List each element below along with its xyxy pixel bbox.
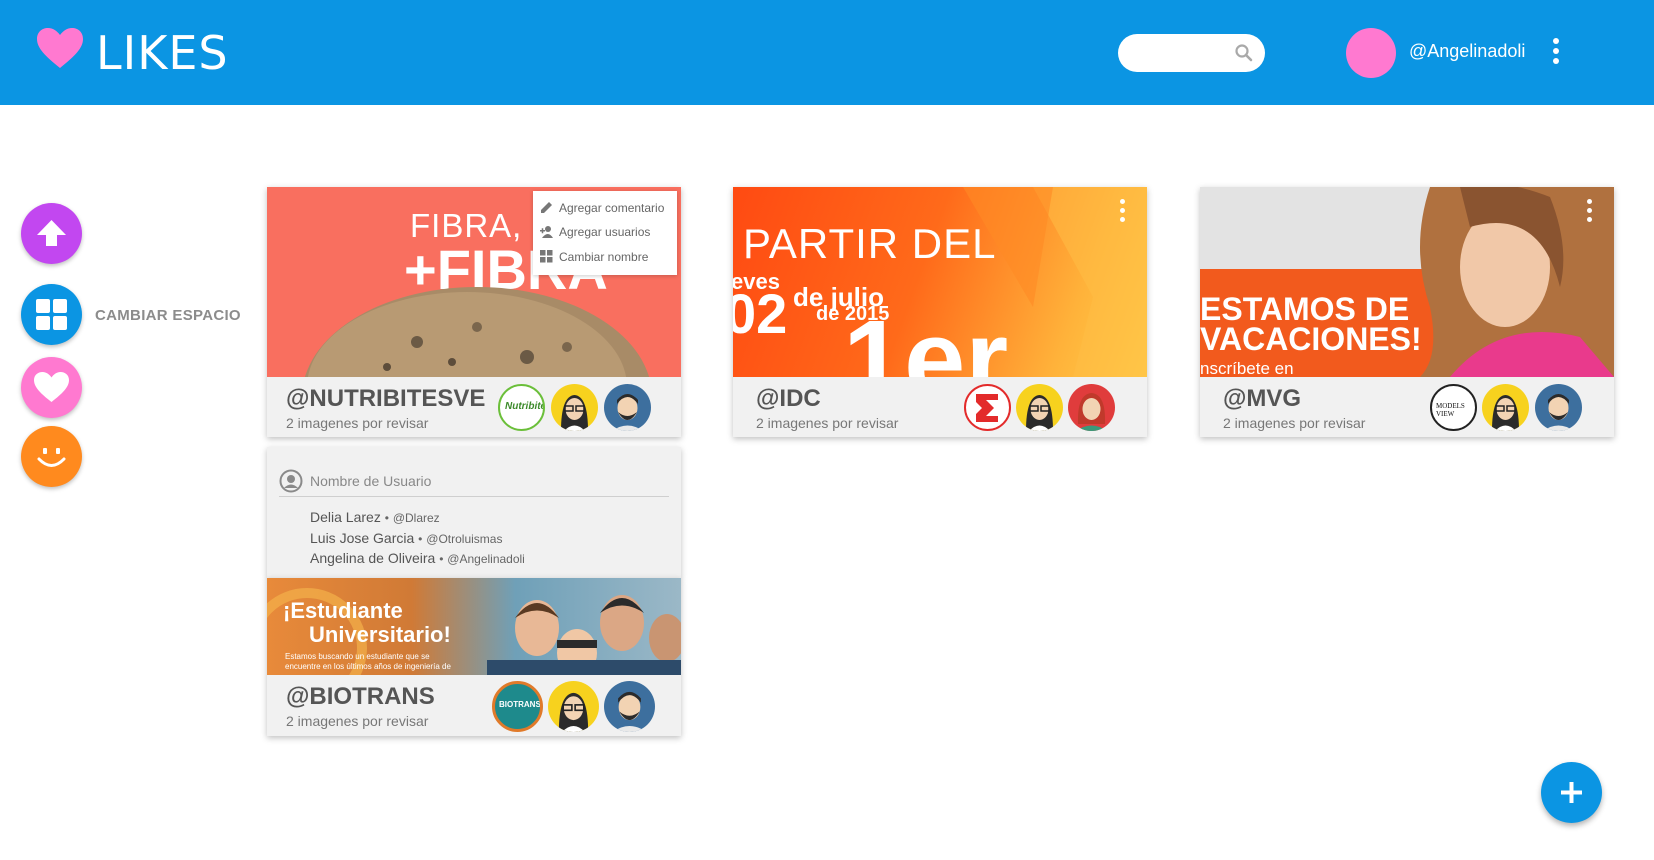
card-banner[interactable]: ¡Estudiante Universitario! Estamos busca…: [267, 578, 681, 675]
user-suggestion-item[interactable]: Delia Larez • @Dlarez: [310, 509, 440, 525]
banner-text: Universitario!: [309, 622, 451, 647]
username[interactable]: @Angelinadoli: [1409, 41, 1525, 62]
woman-avatar[interactable]: [551, 384, 598, 431]
add-space-button[interactable]: [1541, 762, 1602, 823]
more-options-icon[interactable]: [1550, 38, 1562, 68]
banner-text: ¡Estudiante: [283, 598, 403, 623]
smiley-icon: [37, 448, 66, 467]
change-space-label[interactable]: CAMBIAR ESPACIO: [95, 307, 241, 324]
man-avatar[interactable]: [604, 384, 651, 431]
biotrans-logo-avatar[interactable]: BIOTRANS: [492, 681, 543, 732]
user-suggestion-item[interactable]: Angelina de Oliveira • @Angelinadoli: [310, 550, 525, 566]
space-card-biotrans[interactable]: ¡Estudiante Universitario! Estamos busca…: [267, 578, 681, 736]
add-users-panel: Nombre de Usuario Delia Larez • @Dlarez …: [267, 447, 681, 578]
card-handle[interactable]: @NUTRIBITESVE: [286, 385, 485, 413]
card-footer: @MVG 2 imagenes por revisar MODELS VIEW: [1200, 377, 1614, 437]
user-circle-icon: [279, 469, 303, 493]
banner-text: 1er: [843, 298, 1009, 378]
banner-text: Estamos buscando un estudiante que se: [285, 652, 430, 661]
arrow-up-icon: [37, 220, 66, 246]
pencil-icon: [541, 202, 552, 213]
banner-text: 02: [733, 282, 788, 345]
grid-icon: [36, 299, 67, 330]
search-icon[interactable]: [1234, 43, 1254, 63]
app-title: LIKES: [96, 26, 229, 80]
plus-icon: [1561, 782, 1582, 803]
username-search-input[interactable]: Nombre de Usuario: [310, 473, 431, 489]
grid-icon: [540, 250, 553, 263]
card-handle[interactable]: @IDC: [756, 385, 821, 413]
user-avatar[interactable]: [1346, 28, 1396, 78]
card-handle[interactable]: @BIOTRANS: [286, 683, 435, 711]
upload-button[interactable]: [21, 203, 82, 264]
banner-text: VACACIONES!: [1200, 321, 1422, 357]
change-space-button[interactable]: [21, 284, 82, 345]
heart-icon: [34, 372, 69, 402]
user-suggestion-item[interactable]: Luis Jose Garcia • @Otroluismas: [310, 530, 502, 546]
card-subtitle: 2 imagenes por revisar: [286, 415, 429, 431]
redhead-avatar[interactable]: [1068, 384, 1115, 431]
menu-item-rename[interactable]: Cambiar nombre: [559, 250, 648, 264]
input-underline: [279, 496, 669, 497]
banner-text: encuentre en los últimos años de ingenie…: [285, 662, 451, 671]
woman-avatar[interactable]: [548, 681, 599, 732]
space-card-idc[interactable]: PARTIR DEL eves 02 de julio de 2015 1er …: [733, 187, 1147, 437]
man-avatar[interactable]: [1535, 384, 1582, 431]
card-footer: @IDC 2 imagenes por revisar: [733, 377, 1147, 437]
add-user-icon: [540, 226, 553, 238]
menu-item-add-comment[interactable]: Agregar comentario: [559, 201, 664, 215]
card-subtitle: 2 imagenes por revisar: [756, 415, 899, 431]
card-footer: @NUTRIBITESVE 2 imagenes por revisar Nut…: [267, 377, 681, 437]
top-bar: LIKES @Angelinadoli: [0, 0, 1654, 105]
card-menu-icon[interactable]: [1117, 199, 1127, 225]
card-menu-icon[interactable]: [1584, 199, 1594, 225]
card-banner[interactable]: ESTAMOS DE VACACIONES! nscríbete en: [1200, 187, 1614, 377]
woman-avatar[interactable]: [1016, 384, 1063, 431]
emoji-button[interactable]: [21, 426, 82, 487]
idc-logo-avatar[interactable]: [964, 384, 1011, 431]
menu-item-add-users[interactable]: Agregar usuarios: [559, 225, 650, 239]
card-handle[interactable]: @MVG: [1223, 385, 1301, 413]
space-card-mvg[interactable]: ESTAMOS DE VACACIONES! nscríbete en @MVG…: [1200, 187, 1614, 437]
card-subtitle: 2 imagenes por revisar: [1223, 415, 1366, 431]
man-avatar[interactable]: [604, 681, 655, 732]
models-view-logo-avatar[interactable]: MODELS VIEW: [1430, 384, 1477, 431]
banner-text: nscríbete en: [1200, 359, 1294, 377]
banner-text: PARTIR DEL: [743, 220, 997, 267]
woman-avatar[interactable]: [1482, 384, 1529, 431]
nutribites-logo-avatar[interactable]: Nutribites: [498, 384, 545, 431]
card-subtitle: 2 imagenes por revisar: [286, 713, 429, 729]
card-footer: @BIOTRANS 2 imagenes por revisar BIOTRAN…: [267, 675, 681, 735]
card-banner[interactable]: PARTIR DEL eves 02 de julio de 2015 1er: [733, 187, 1147, 377]
card-context-menu: Agregar comentario Agregar usuarios Camb…: [533, 191, 677, 275]
heart-icon: [37, 28, 83, 68]
likes-button[interactable]: [21, 357, 82, 418]
